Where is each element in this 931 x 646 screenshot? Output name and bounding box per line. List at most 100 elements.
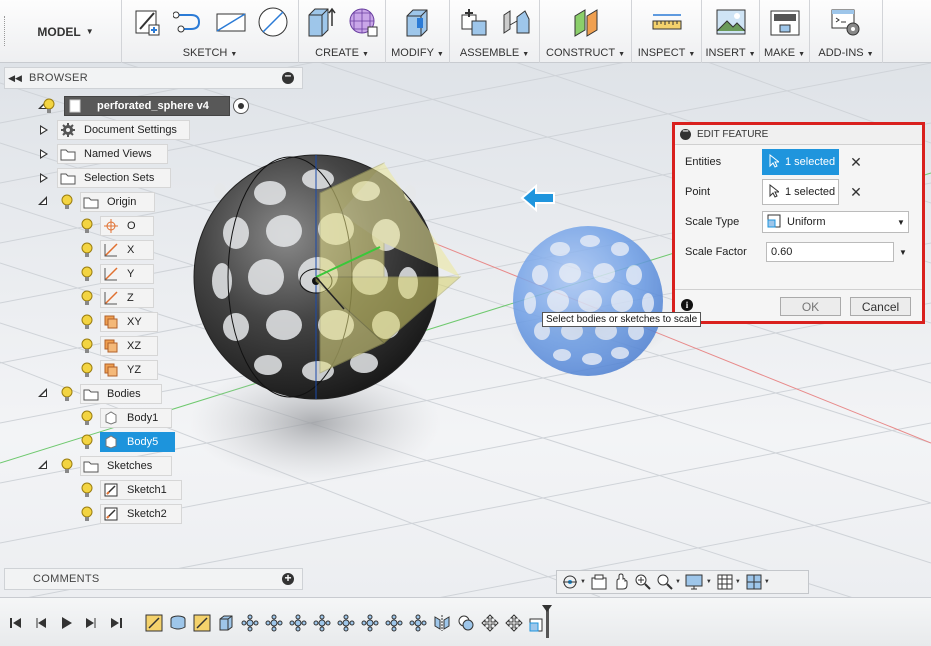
insert-menu[interactable]: INSERT xyxy=(705,47,745,59)
info-icon[interactable]: i xyxy=(681,299,693,311)
next-icon[interactable] xyxy=(83,615,99,631)
zoom-icon[interactable] xyxy=(634,572,652,592)
visibility-bulb-icon[interactable] xyxy=(78,217,96,235)
browser-item-origin[interactable]: Origin xyxy=(80,192,155,212)
pattern-feature-icon[interactable] xyxy=(408,613,428,633)
cancel-button[interactable]: Cancel xyxy=(850,297,911,316)
fit-icon[interactable]: ▼ xyxy=(656,572,681,592)
pattern-feature-icon[interactable] xyxy=(336,613,356,633)
browser-item-sketch2[interactable]: Sketch2 xyxy=(100,504,182,524)
visibility-bulb-icon[interactable] xyxy=(78,361,96,379)
browser-item-xz-plane[interactable]: XZ xyxy=(100,336,158,356)
circle-icon[interactable] xyxy=(256,5,290,39)
pattern-feature-icon[interactable] xyxy=(312,613,332,633)
visibility-bulb-icon[interactable] xyxy=(78,241,96,259)
browser-item-xy-plane[interactable]: XY xyxy=(100,312,158,332)
browser-item-named-views[interactable]: Named Views xyxy=(57,144,168,164)
pan-icon[interactable] xyxy=(612,572,630,592)
create-menu[interactable]: CREATE xyxy=(315,47,359,59)
clear-point-icon[interactable]: ✕ xyxy=(849,184,863,201)
move-feature-icon[interactable] xyxy=(480,613,500,633)
extrude-feature-icon[interactable] xyxy=(216,613,236,633)
collapse-dialog-icon[interactable] xyxy=(680,125,691,140)
perforated-sphere-body5[interactable] xyxy=(513,226,663,376)
comments-header[interactable]: COMMENTS xyxy=(4,568,303,590)
visibility-bulb-icon[interactable] xyxy=(78,337,96,355)
add-comment-icon[interactable] xyxy=(282,571,294,585)
browser-item-document-settings[interactable]: Document Settings xyxy=(57,120,190,140)
browser-header[interactable]: ◀◀ BROWSER xyxy=(4,67,303,89)
visibility-bulb-icon[interactable] xyxy=(58,193,76,211)
visibility-bulb-icon[interactable] xyxy=(78,505,96,523)
last-icon[interactable] xyxy=(108,615,124,631)
make-menu[interactable]: MAKE xyxy=(764,47,795,59)
measure-icon[interactable] xyxy=(650,5,684,39)
pattern-feature-icon[interactable] xyxy=(264,613,284,633)
mirror-feature-icon[interactable] xyxy=(432,613,452,633)
browser-item-body1[interactable]: Body1 xyxy=(100,408,172,428)
expand-toggle[interactable] xyxy=(38,460,47,469)
expand-toggle[interactable] xyxy=(40,125,48,135)
browser-item-yz-plane[interactable]: YZ xyxy=(100,360,158,380)
scripts-addins-icon[interactable] xyxy=(829,5,863,39)
box-form-icon[interactable] xyxy=(346,5,380,39)
inspect-menu[interactable]: INSPECT xyxy=(638,47,686,59)
expand-toggle[interactable] xyxy=(38,388,47,397)
browser-item-origin-point[interactable]: O xyxy=(100,216,154,236)
viewports-icon[interactable]: ▼ xyxy=(745,572,770,592)
construct-menu[interactable]: CONSTRUCT xyxy=(546,47,615,59)
sketch-feature-icon[interactable] xyxy=(192,613,212,633)
browser-item-y-axis[interactable]: Y xyxy=(100,264,154,284)
scale-feature-icon[interactable] xyxy=(528,613,548,633)
expand-toggle[interactable] xyxy=(40,149,48,159)
expand-toggle[interactable] xyxy=(40,173,48,183)
visibility-bulb-icon[interactable] xyxy=(78,265,96,283)
browser-item-bodies[interactable]: Bodies xyxy=(80,384,162,404)
scale-factor-input[interactable]: 0.60 xyxy=(766,242,894,262)
modify-menu[interactable]: MODIFY xyxy=(391,47,434,59)
orbit-icon[interactable]: ▼ xyxy=(561,572,586,592)
visibility-bulb-icon[interactable] xyxy=(78,409,96,427)
browser-item-x-axis[interactable]: X xyxy=(100,240,154,260)
joint-icon[interactable] xyxy=(499,5,533,39)
browser-item-body5[interactable]: Body5 xyxy=(100,432,175,452)
revolve-feature-icon[interactable] xyxy=(168,613,188,633)
browser-item-sketches[interactable]: Sketches xyxy=(80,456,172,476)
previous-icon[interactable] xyxy=(33,615,49,631)
offset-plane-icon[interactable] xyxy=(569,5,603,39)
visibility-bulb-icon[interactable] xyxy=(58,457,76,475)
browser-item-sketch1[interactable]: Sketch1 xyxy=(100,480,182,500)
pattern-feature-icon[interactable] xyxy=(384,613,404,633)
rectangle-icon[interactable] xyxy=(214,5,248,39)
assemble-menu[interactable]: ASSEMBLE xyxy=(460,47,519,59)
pattern-feature-icon[interactable] xyxy=(288,613,308,633)
create-sketch-icon[interactable] xyxy=(130,5,164,39)
visibility-bulb-icon[interactable] xyxy=(58,385,76,403)
chevron-down-icon[interactable]: ▼ xyxy=(896,248,910,257)
insert-image-icon[interactable] xyxy=(714,5,748,39)
play-icon[interactable] xyxy=(58,615,74,631)
visibility-bulb-icon[interactable] xyxy=(40,97,58,115)
clear-entities-icon[interactable]: ✕ xyxy=(849,154,863,171)
3d-print-icon[interactable] xyxy=(768,5,802,39)
browser-item-selection-sets[interactable]: Selection Sets xyxy=(57,168,171,188)
dialog-header[interactable]: EDIT FEATURE xyxy=(675,125,922,145)
display-settings-icon[interactable]: ▼ xyxy=(685,572,712,592)
visibility-bulb-icon[interactable] xyxy=(78,289,96,307)
press-pull-icon[interactable] xyxy=(401,5,435,39)
entities-selector[interactable]: 1 selected xyxy=(762,149,839,175)
pattern-feature-icon[interactable] xyxy=(360,613,380,633)
first-icon[interactable] xyxy=(8,615,24,631)
minimize-icon[interactable] xyxy=(282,68,294,84)
direction-arrow-icon[interactable] xyxy=(520,183,555,213)
collapse-panel-icon[interactable]: ◀◀ xyxy=(5,73,25,84)
point-selector[interactable]: 1 selected xyxy=(762,179,839,205)
visibility-bulb-icon[interactable] xyxy=(78,481,96,499)
root-component[interactable]: perforated_sphere v4 xyxy=(64,96,230,116)
move-feature-icon[interactable] xyxy=(504,613,524,633)
addins-menu[interactable]: ADD-INS xyxy=(818,47,863,59)
browser-item-z-axis[interactable]: Z xyxy=(100,288,154,308)
spline-icon[interactable] xyxy=(172,5,206,39)
new-component-icon[interactable] xyxy=(457,5,491,39)
activate-radio[interactable] xyxy=(233,98,249,114)
